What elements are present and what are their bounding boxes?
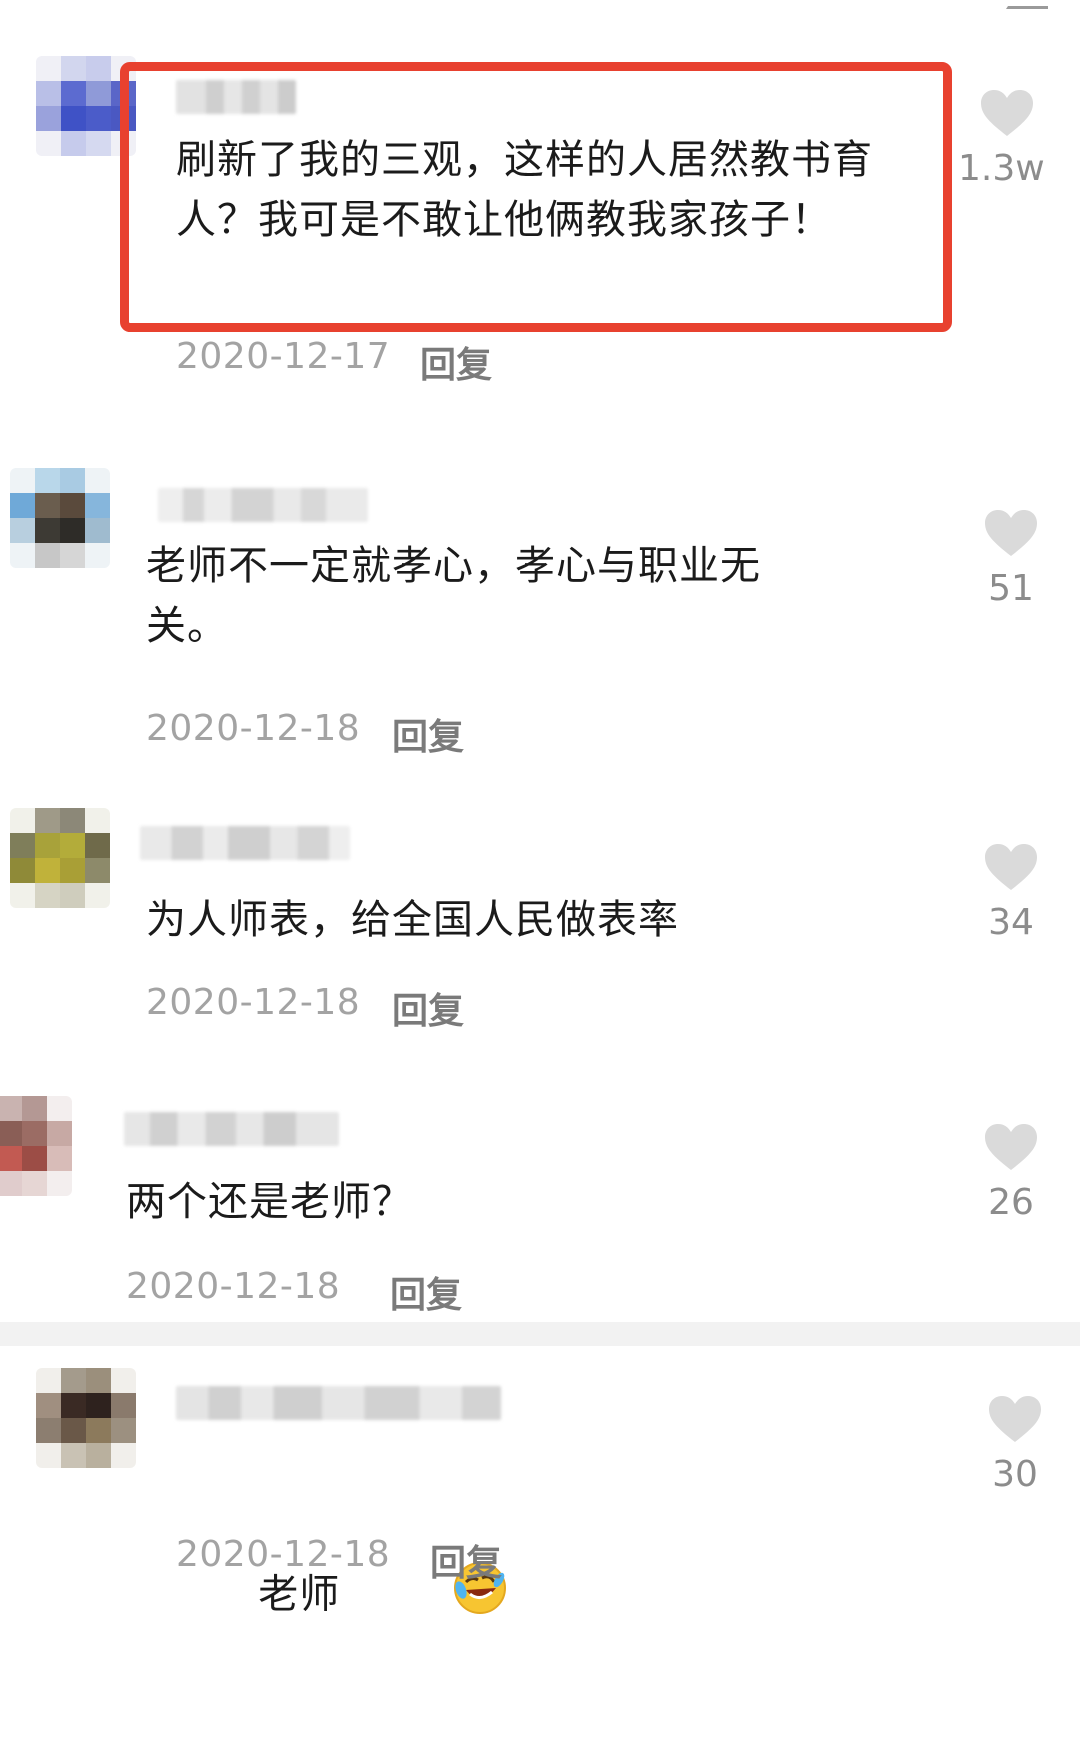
avatar[interactable]	[36, 1368, 136, 1468]
highlight-box	[120, 62, 952, 332]
rofl-emoji-icon	[342, 1500, 508, 1693]
like-button[interactable]: 51	[966, 508, 1056, 609]
like-button[interactable]: 30	[970, 1394, 1060, 1495]
comment-text: 两个还是老师？	[126, 1179, 413, 1225]
heart-icon	[985, 510, 1037, 556]
heart-icon	[985, 1124, 1037, 1170]
like-count: 34	[988, 902, 1034, 943]
comment-text: 老师不一定就孝心，孝心与职业无关。	[146, 543, 761, 649]
comment-text: 老师	[176, 1440, 866, 1753]
username-blurred[interactable]	[140, 826, 350, 860]
comment-date: 2020-12-18	[146, 982, 361, 1023]
section-divider	[0, 1322, 1080, 1346]
avatar[interactable]	[0, 1096, 72, 1196]
username-blurred[interactable]	[176, 1386, 501, 1420]
avatar[interactable]	[10, 468, 110, 568]
reply-button[interactable]: 回复	[392, 982, 464, 1034]
username-blurred[interactable]	[158, 488, 368, 522]
comment-date: 2020-12-17	[176, 336, 391, 377]
heart-icon	[989, 1396, 1041, 1442]
like-count: 1.3w	[958, 148, 1045, 189]
like-count: 51	[988, 568, 1034, 609]
heart-icon	[981, 90, 1033, 136]
like-button[interactable]: 26	[966, 1122, 1056, 1223]
comments-page: 刷新了我的三观，这样的人居然教书育人？我可是不敢让他俩教我家孩子！ 2020-1…	[0, 0, 1080, 1628]
like-button[interactable]: 1.3w	[958, 88, 1052, 189]
comment-date: 2020-12-18	[126, 1266, 341, 1307]
top-edge-remnant	[1006, 0, 1048, 9]
avatar[interactable]	[10, 808, 110, 908]
like-count: 30	[992, 1454, 1038, 1495]
username-blurred[interactable]	[124, 1112, 339, 1146]
reply-button[interactable]: 回复	[420, 336, 492, 388]
heart-icon	[985, 844, 1037, 890]
like-button[interactable]: 34	[966, 842, 1056, 943]
reply-button[interactable]: 回复	[430, 1534, 502, 1586]
reply-button[interactable]: 回复	[392, 708, 464, 760]
comment-text-value: 老师	[258, 1571, 341, 1618]
like-count: 26	[988, 1182, 1034, 1223]
comment-date: 2020-12-18	[176, 1534, 391, 1575]
reply-button[interactable]: 回复	[390, 1266, 462, 1318]
comment-date: 2020-12-18	[146, 708, 361, 749]
comment-text: 为人师表，给全国人民做表率	[146, 897, 679, 943]
